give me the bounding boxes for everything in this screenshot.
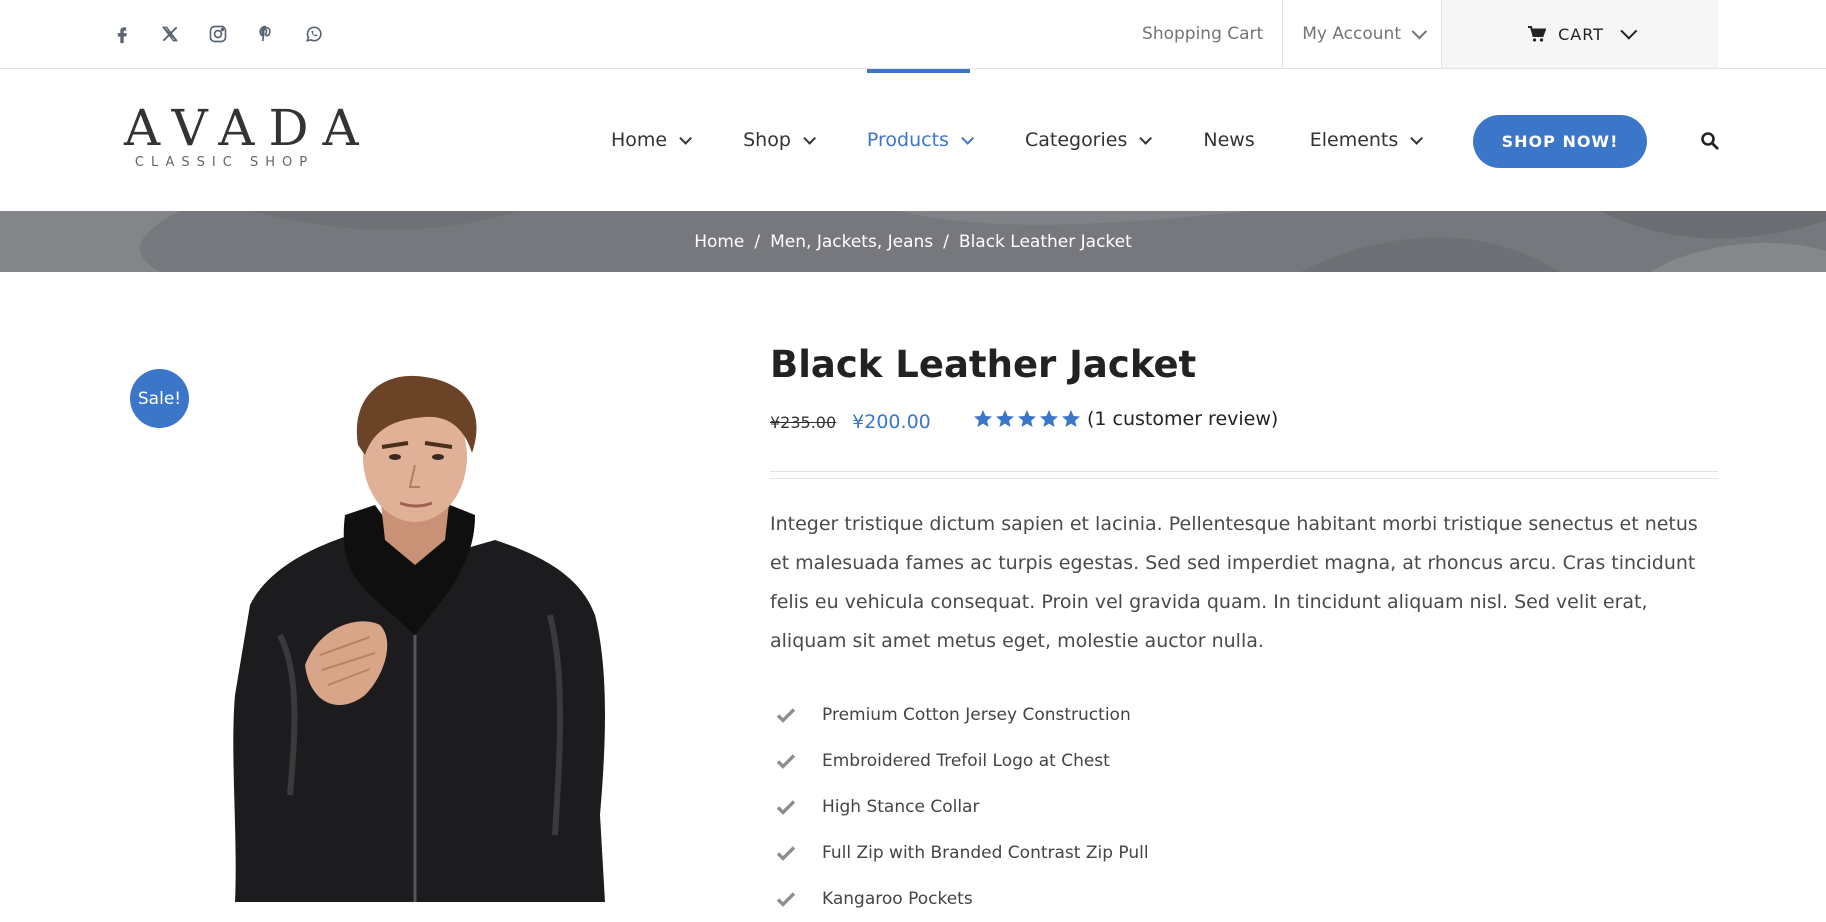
instagram-icon[interactable] <box>206 22 230 46</box>
shopping-cart-label: Shopping Cart <box>1142 24 1264 44</box>
breadcrumb-current: Black Leather Jacket <box>958 231 1132 252</box>
my-account-menu[interactable]: My Account <box>1282 0 1441 68</box>
breadcrumb-home[interactable]: Home <box>694 232 744 252</box>
breadcrumb-separator: / <box>754 231 761 252</box>
feature-item: Full Zip with Branded Contrast Zip Pull <box>770 830 1149 876</box>
social-links <box>110 22 326 46</box>
nav-item-label: Categories <box>1024 129 1128 151</box>
x-twitter-icon[interactable] <box>158 22 182 46</box>
chevron-down-icon <box>1620 22 1638 40</box>
breadcrumb: Home / Men, Jackets, Jeans / Black Leath… <box>0 211 1826 272</box>
feature-item: Embroidered Trefoil Logo at Chest <box>770 738 1149 784</box>
cart-icon <box>1528 26 1547 42</box>
pinterest-icon[interactable] <box>254 22 278 46</box>
feature-label: Embroidered Trefoil Logo at Chest <box>822 751 1110 771</box>
feature-label: Kangaroo Pockets <box>822 889 973 909</box>
feature-label: Premium Cotton Jersey Construction <box>822 705 1131 725</box>
nav-item-label: Elements <box>1309 129 1399 151</box>
nav-item-label: Home <box>611 129 668 151</box>
shop-now-button[interactable]: SHOP NOW! <box>1473 115 1647 168</box>
divider <box>770 471 1718 479</box>
feature-item: High Stance Collar <box>770 784 1149 830</box>
logo-subtitle: CLASSIC SHOP <box>134 155 315 170</box>
my-account-label: My Account <box>1302 24 1401 44</box>
chevron-down-icon <box>961 131 974 145</box>
chevron-down-icon <box>679 131 693 145</box>
star-icon <box>1018 410 1036 427</box>
top-bar: Shopping Cart My Account CART <box>0 0 1826 69</box>
nav-item-elements[interactable]: Elements <box>1309 69 1424 211</box>
nav-item-categories[interactable]: Categories <box>1024 69 1153 211</box>
feature-list: Premium Cotton Jersey Construction Embro… <box>770 692 1149 922</box>
nav-item-label: Shop <box>743 129 791 151</box>
breadcrumb-category[interactable]: Men, Jackets, Jeans <box>770 232 933 252</box>
nav-item-label: Products <box>866 129 949 151</box>
check-icon <box>776 800 796 815</box>
nav-item-home[interactable]: Home <box>611 69 693 211</box>
star-icon <box>1040 410 1058 427</box>
chevron-down-icon <box>1139 131 1153 145</box>
feature-item: Kangaroo Pockets <box>770 876 1149 922</box>
star-icon <box>1062 410 1080 427</box>
facebook-icon[interactable] <box>110 22 134 46</box>
chevron-down-icon <box>1411 23 1428 39</box>
nav-item-shop[interactable]: Shop <box>743 69 816 211</box>
product-title: Black Leather Jacket <box>770 343 1197 386</box>
star-icon <box>974 410 992 427</box>
check-icon <box>776 754 796 769</box>
price: ¥235.00 ¥200.00 <box>770 411 931 433</box>
whatsapp-icon[interactable] <box>302 22 326 46</box>
check-icon <box>776 708 796 723</box>
feature-item: Premium Cotton Jersey Construction <box>770 692 1149 738</box>
breadcrumb-separator: / <box>943 231 949 252</box>
nav-item-label: News <box>1203 129 1255 151</box>
logo-brand: AVADA <box>124 99 373 157</box>
feature-label: Full Zip with Branded Contrast Zip Pull <box>822 843 1149 863</box>
top-nav: Shopping Cart My Account CART <box>1123 0 1718 68</box>
sale-price: ¥200.00 <box>852 411 931 433</box>
main-header: AVADA CLASSIC SHOP Home Shop Products Ca… <box>0 69 1826 211</box>
star-icon <box>996 410 1014 427</box>
page-title-bar: Home / Men, Jackets, Jeans / Black Leath… <box>0 211 1826 272</box>
sale-badge: Sale! <box>130 369 189 428</box>
main-nav: Home Shop Products Categories News Eleme… <box>611 69 1474 211</box>
chevron-down-icon <box>1410 131 1424 145</box>
check-icon <box>776 892 796 907</box>
cart-button[interactable]: CART <box>1441 0 1718 68</box>
nav-item-news[interactable]: News <box>1203 69 1254 211</box>
check-icon <box>776 846 796 861</box>
feature-label: High Stance Collar <box>822 797 980 817</box>
product-description: Integer tristique dictum sapien et lacin… <box>770 513 1698 652</box>
star-rating <box>973 409 1081 429</box>
search-icon[interactable] <box>1700 131 1720 151</box>
shopping-cart-link[interactable]: Shopping Cart <box>1123 0 1282 68</box>
product-rating: (1 customer review) <box>973 408 1278 430</box>
old-price: ¥235.00 <box>770 412 837 432</box>
cart-label: CART <box>1558 24 1604 44</box>
nav-item-products[interactable]: Products <box>866 69 974 211</box>
review-link[interactable]: (1 customer review) <box>1087 408 1278 430</box>
site-logo[interactable]: AVADA CLASSIC SHOP <box>110 99 373 170</box>
product-image[interactable] <box>210 375 620 902</box>
chevron-down-icon <box>803 131 816 145</box>
